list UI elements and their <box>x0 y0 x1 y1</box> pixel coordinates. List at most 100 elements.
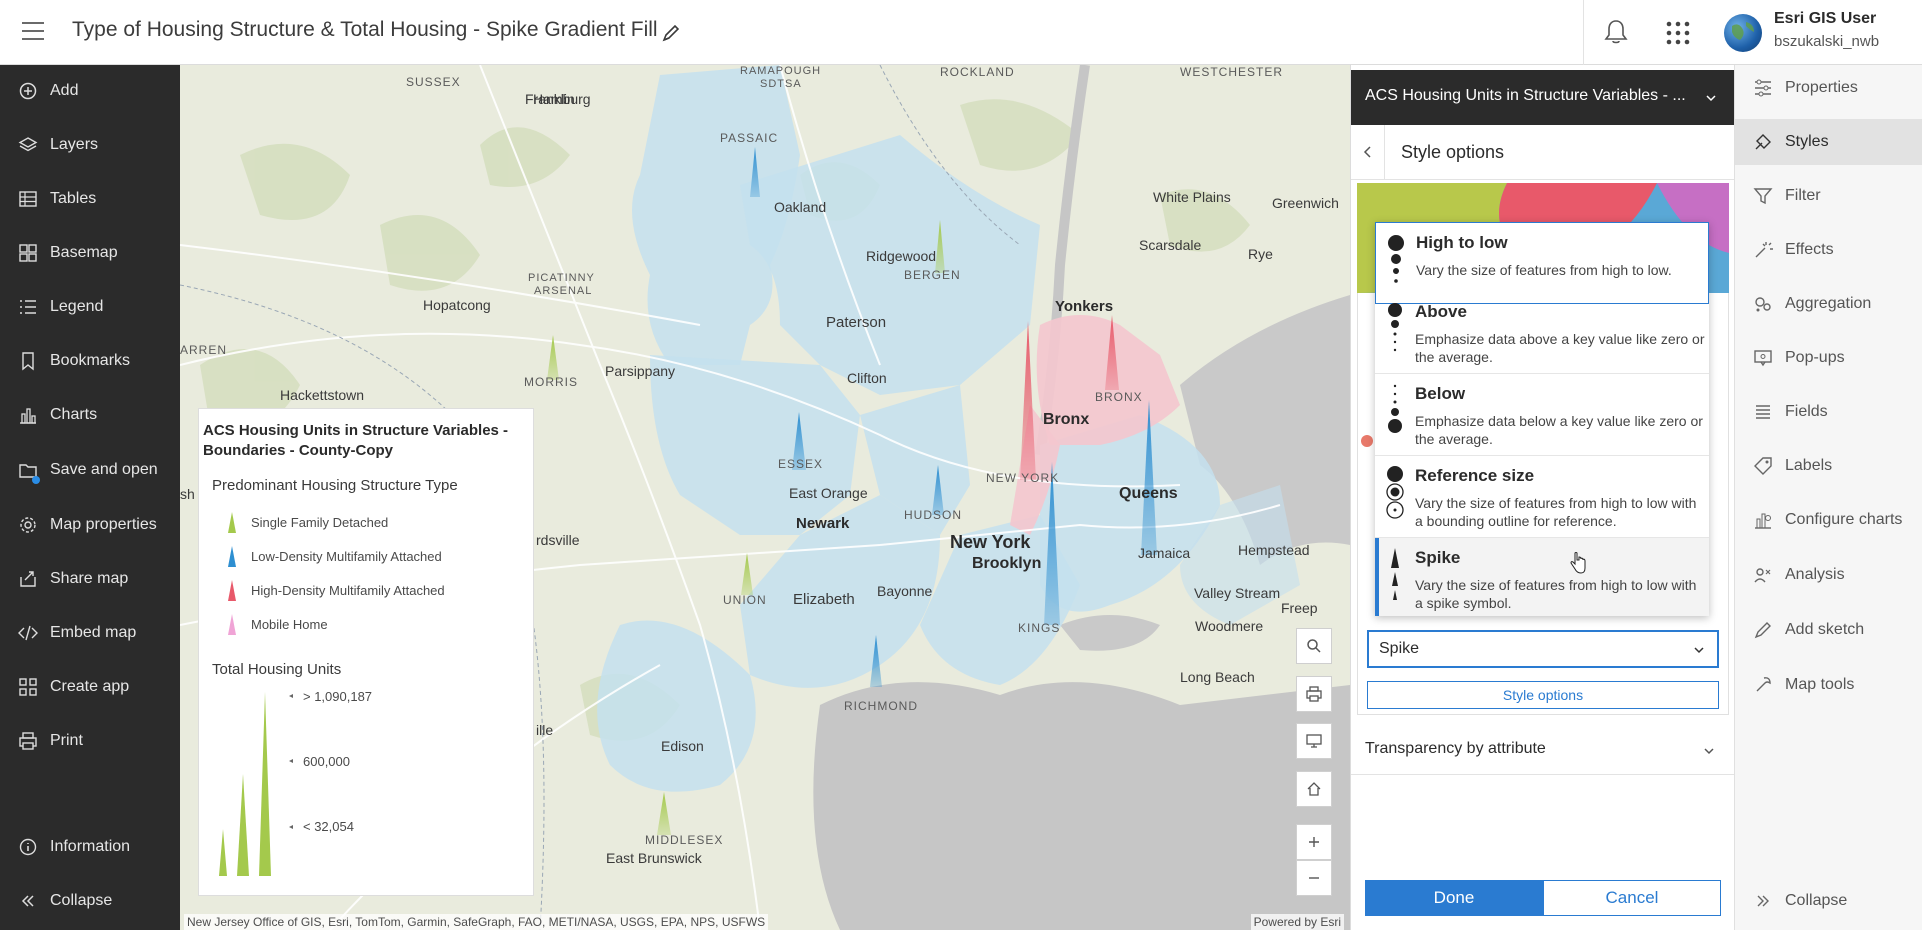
chevron-down-icon <box>1706 95 1716 102</box>
map-legend: ACS Housing Units in Structure Variables… <box>198 408 534 896</box>
tool-labels[interactable]: Labels <box>1735 443 1922 489</box>
tool-analysis[interactable]: Analysis <box>1735 552 1922 598</box>
tool-label: Collapse <box>1785 892 1848 909</box>
app-header: Type of Housing Structure & Total Housin… <box>0 0 1922 65</box>
transparency-label: Transparency by attribute <box>1365 740 1546 757</box>
app-launcher-icon[interactable] <box>1666 21 1690 45</box>
tool-filter[interactable]: Filter <box>1735 173 1922 219</box>
place-label: Hackettstown <box>280 387 365 403</box>
map-attribution[interactable]: New Jersey Office of GIS, Esri, TomTom, … <box>184 914 769 930</box>
place-label: KINGS <box>1018 621 1061 635</box>
zoom-in-button[interactable] <box>1296 824 1332 860</box>
map-home-button[interactable] <box>1296 771 1332 807</box>
tool-aggregation[interactable]: Aggregation <box>1735 281 1922 327</box>
nav-information[interactable]: Information <box>0 827 180 867</box>
place-label: Hempstead <box>1238 542 1310 558</box>
place-label: rdsville <box>536 532 580 548</box>
nav-label: Collapse <box>50 892 113 909</box>
place-label: Scarsdale <box>1139 237 1202 253</box>
nav-print[interactable]: Print <box>0 721 180 761</box>
aggregation-icon <box>1755 297 1771 312</box>
transparency-by-attribute[interactable]: Transparency by attribute <box>1351 725 1735 775</box>
legend-size-spikes <box>219 692 293 876</box>
left-sidebar: Add Layers Tables Basemap Legend Bookmar… <box>0 65 180 930</box>
legend-item-label: Low-Density Multifamily Attached <box>251 549 442 564</box>
tool-label: Effects <box>1785 241 1834 258</box>
tool-add-sketch[interactable]: Add sketch <box>1735 607 1922 653</box>
nav-legend[interactable]: Legend <box>0 287 180 327</box>
tool-effects[interactable]: Effects <box>1735 227 1922 273</box>
legend-item-label: Mobile Home <box>251 617 328 632</box>
hamburger-menu-icon[interactable] <box>22 20 46 42</box>
option-reference-size[interactable]: Reference size Vary the size of features… <box>1375 456 1709 538</box>
place-label: RICHMOND <box>844 699 918 713</box>
effects-icon <box>1755 242 1773 258</box>
option-title: High to low <box>1416 233 1508 252</box>
nav-create-app[interactable]: Create app <box>0 667 180 707</box>
place-label: ille <box>536 722 554 738</box>
nav-charts[interactable]: Charts <box>0 395 180 435</box>
place-label: ESSEX <box>778 457 824 471</box>
nav-collapse[interactable]: Collapse <box>0 881 180 921</box>
option-spike[interactable]: Spike Vary the size of features from hig… <box>1375 538 1709 616</box>
map-print-button[interactable] <box>1296 676 1332 712</box>
place-label: MIDDLESEX <box>645 833 724 847</box>
option-description: Emphasize data below a key value like ze… <box>1415 413 1703 447</box>
tool-label: Add sketch <box>1785 621 1865 638</box>
tool-styles[interactable]: Styles <box>1735 119 1922 165</box>
user-id[interactable]: bszukalski_nwb <box>1774 33 1879 50</box>
nav-layers[interactable]: Layers <box>0 125 180 165</box>
tool-fields[interactable]: Fields <box>1735 389 1922 435</box>
done-button[interactable]: Done <box>1365 880 1543 916</box>
nav-label: Tables <box>50 190 97 207</box>
basemap-icon <box>19 244 37 262</box>
place-label: White Plains <box>1153 189 1231 205</box>
place-label: SUSSEX <box>406 75 461 89</box>
place-label: Woodmere <box>1195 618 1264 634</box>
style-options-button[interactable]: Style options <box>1367 681 1719 709</box>
tool-popups[interactable]: Pop-ups <box>1735 335 1922 381</box>
cancel-button[interactable]: Cancel <box>1543 880 1721 916</box>
nav-bookmarks[interactable]: Bookmarks <box>0 341 180 381</box>
place-label: HUDSON <box>904 508 963 522</box>
place-label: WESTCHESTER <box>1180 65 1284 79</box>
tool-label: Pop-ups <box>1785 349 1845 366</box>
chevron-down-icon <box>1704 748 1714 755</box>
nav-save-and-open[interactable]: Save and open <box>0 450 180 490</box>
fields-icon <box>1756 405 1770 419</box>
bookmark-icon <box>22 352 34 371</box>
zoom-out-button[interactable] <box>1296 860 1332 896</box>
tool-configure-charts[interactable]: Configure charts <box>1735 497 1922 543</box>
home-icon <box>1307 782 1321 796</box>
select-value: Spike <box>1379 640 1420 657</box>
tool-properties[interactable]: Properties <box>1735 65 1922 111</box>
tool-collapse[interactable]: Collapse <box>1735 878 1922 924</box>
nav-label: Create app <box>50 678 130 695</box>
option-title: Above <box>1415 302 1467 321</box>
pencil-icon[interactable] <box>660 22 682 44</box>
nav-embed-map[interactable]: Embed map <box>0 613 180 653</box>
option-below[interactable]: Below Emphasize data below a key value l… <box>1375 374 1709 456</box>
tool-label: Filter <box>1785 187 1821 204</box>
place-label: Elizabeth <box>793 591 855 608</box>
legend-icon <box>20 300 36 314</box>
tool-map-tools[interactable]: Map tools <box>1735 662 1922 708</box>
option-above[interactable]: Above Emphasize data above a key value l… <box>1375 292 1709 374</box>
nav-map-properties[interactable]: Map properties <box>0 505 180 545</box>
layer-selector[interactable]: ACS Housing Units in Structure Variables… <box>1351 70 1735 125</box>
map-search-button[interactable] <box>1296 628 1332 664</box>
user-name[interactable]: Esri GIS User <box>1774 10 1876 28</box>
map-screen-button[interactable] <box>1296 723 1332 759</box>
option-title: Reference size <box>1415 466 1535 485</box>
nav-share-map[interactable]: Share map <box>0 559 180 599</box>
powered-by-esri[interactable]: Powered by Esri <box>1250 914 1344 930</box>
nav-basemap[interactable]: Basemap <box>0 233 180 273</box>
nav-add[interactable]: Add <box>0 71 180 111</box>
back-button[interactable] <box>1351 125 1385 180</box>
user-avatar[interactable] <box>1724 14 1762 52</box>
double-chevron-right-icon <box>1757 895 1769 907</box>
place-label: Edison <box>661 738 704 754</box>
style-type-select[interactable]: Spike <box>1367 630 1719 668</box>
notification-bell-icon[interactable] <box>1603 18 1629 46</box>
nav-tables[interactable]: Tables <box>0 179 180 219</box>
